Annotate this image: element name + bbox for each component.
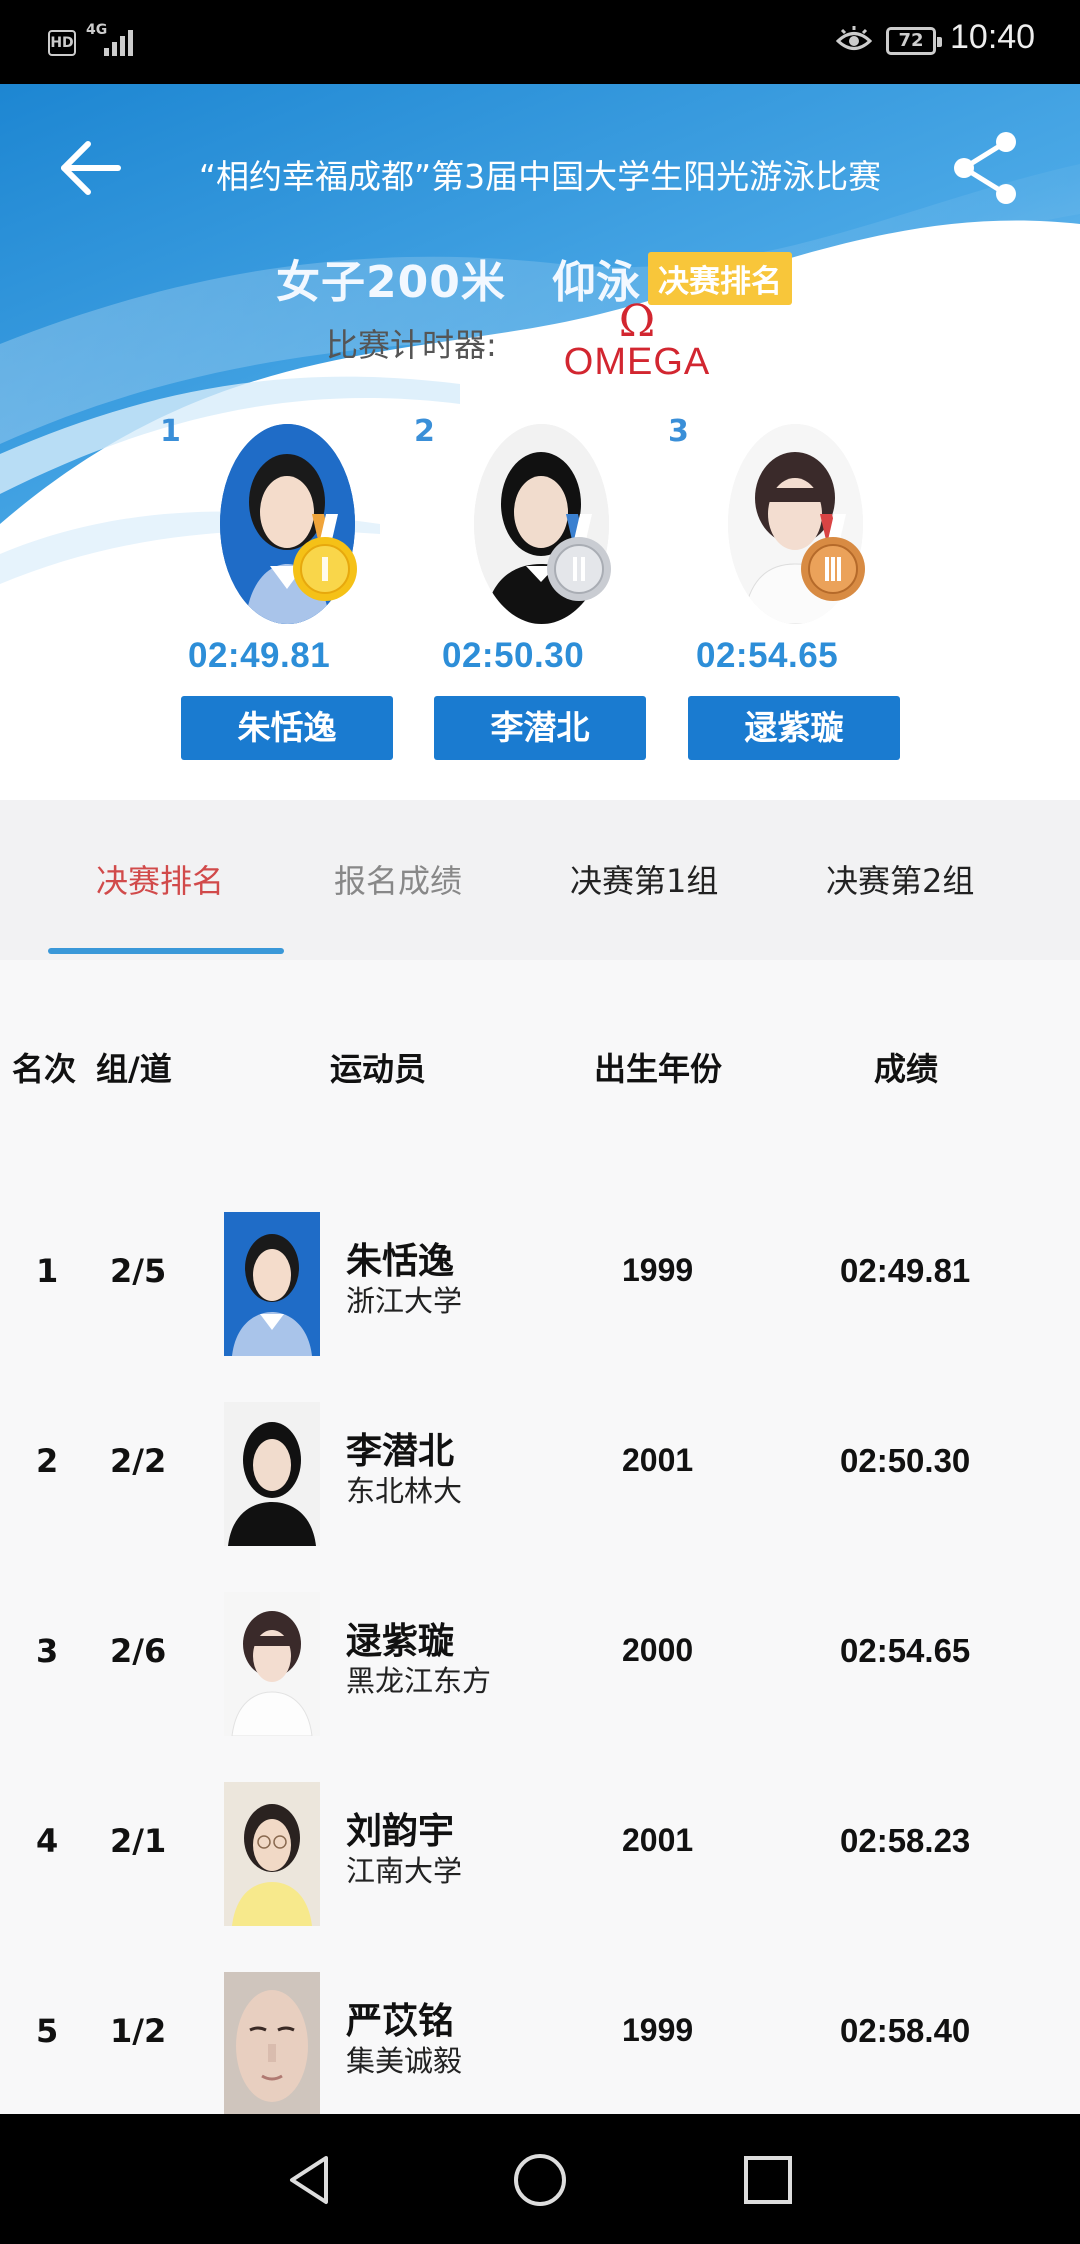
athlete-avatar	[224, 1782, 320, 1926]
row-lane: 2/2	[110, 1442, 167, 1480]
event-name: 女子200米	[276, 257, 506, 308]
row-lane: 2/1	[110, 1822, 167, 1860]
row-rank: 2	[36, 1442, 59, 1480]
omega-symbol: Ω	[618, 296, 656, 347]
podium-name-button-third[interactable]: 逯紫璇	[688, 696, 900, 760]
page-title: “相约幸福成都”第3届中国大学生阳光游泳比赛	[198, 157, 882, 196]
athlete-avatar	[224, 1212, 320, 1356]
tab-final-heat-1[interactable]: 决赛第1组	[570, 856, 718, 902]
system-nav-bar	[0, 2114, 1080, 2244]
hd-indicator: HD	[48, 30, 76, 56]
silver-medal-icon	[547, 514, 611, 601]
bronze-medal-icon	[801, 514, 865, 601]
nav-recents-icon[interactable]	[738, 2150, 798, 2210]
athlete-avatar	[224, 1402, 320, 1546]
row-birth-year: 1999	[622, 1252, 694, 1288]
eye-comfort-icon	[836, 26, 872, 50]
row-birth-year: 2001	[622, 1442, 694, 1478]
nav-home-icon[interactable]	[510, 2150, 570, 2210]
table-row[interactable]: 3 2/6 逯紫璇 黑龙江东方 2000 02:54.65	[0, 1558, 1080, 1748]
row-result: 02:58.23	[840, 1822, 971, 1859]
row-rank: 5	[36, 2012, 59, 2050]
table-row[interactable]: 1 2/5 朱恬逸 浙江大学 1999 02:49.81	[0, 1178, 1080, 1368]
tab-final-heat-2[interactable]: 决赛第2组	[826, 856, 974, 902]
header-result: 成绩	[874, 1050, 939, 1088]
status-time: 10:40	[950, 18, 1036, 56]
tab-bar: 决赛排名 报名成绩 决赛第1组 决赛第2组	[0, 800, 1080, 960]
podium-second: 2 02:50.30	[414, 414, 634, 704]
omega-logo: Ω OMEGA	[562, 296, 712, 383]
row-athlete-name: 李潜北	[346, 1431, 455, 1472]
timer-label: 比赛计时器:	[326, 326, 497, 364]
row-school: 黑龙江东方	[346, 1664, 492, 1698]
active-tab-indicator	[48, 948, 284, 954]
podium-time: 02:49.81	[188, 636, 331, 675]
row-birth-year: 2001	[622, 1822, 694, 1858]
nav-back-icon[interactable]	[280, 2150, 340, 2210]
row-rank: 4	[36, 1822, 59, 1860]
podium-time: 02:50.30	[442, 636, 585, 675]
row-rank: 1	[36, 1252, 59, 1290]
podium-name-button-second[interactable]: 李潜北	[434, 696, 646, 760]
omega-wordmark: OMEGA	[563, 341, 711, 383]
header-lane: 组/道	[96, 1050, 172, 1088]
row-lane: 1/2	[110, 2012, 167, 2050]
podium-place: 1	[160, 414, 181, 449]
podium-place: 2	[414, 414, 435, 449]
tab-final-ranking[interactable]: 决赛排名	[96, 856, 224, 902]
share-icon[interactable]	[948, 128, 1028, 208]
athlete-avatar	[224, 1592, 320, 1736]
row-athlete-name: 刘韵宇	[346, 1811, 455, 1852]
back-arrow-icon[interactable]	[56, 132, 128, 204]
table-row[interactable]: 5 1/2 严苡铭 集美诚毅 1999 02:58.40	[0, 1938, 1080, 2128]
row-athlete-name: 逯紫璇	[346, 1621, 455, 1662]
podium-third: 3 02:54.65	[668, 414, 888, 704]
row-birth-year: 1999	[622, 2012, 694, 2048]
row-result: 02:50.30	[840, 1442, 971, 1479]
header-rank: 名次	[12, 1050, 77, 1088]
row-result: 02:58.40	[840, 2012, 971, 2049]
row-result: 02:49.81	[840, 1252, 971, 1289]
athlete-avatar	[224, 1972, 320, 2116]
event-header: “相约幸福成都”第3届中国大学生阳光游泳比赛 女子200米 仰泳 决赛排名 比赛…	[0, 84, 1080, 800]
row-athlete-name: 朱恬逸	[346, 1241, 455, 1282]
gold-medal-icon	[293, 514, 357, 601]
row-school: 江南大学	[346, 1854, 463, 1888]
podium-time: 02:54.65	[696, 636, 839, 675]
podium-place: 3	[668, 414, 689, 449]
header-athlete: 运动员	[330, 1050, 427, 1088]
row-school: 集美诚毅	[346, 2044, 463, 2078]
row-school: 浙江大学	[346, 1284, 463, 1318]
header-birth-year: 出生年份	[594, 1050, 723, 1088]
row-athlete-name: 严苡铭	[346, 2001, 455, 2042]
table-row[interactable]: 2 2/2 李潜北 东北林大 2001 02:50.30	[0, 1368, 1080, 1558]
table-row[interactable]: 4 2/1 刘韵宇 江南大学 2001 02:58.23	[0, 1748, 1080, 1938]
row-school: 东北林大	[346, 1474, 463, 1508]
results-table: 名次 组/道 运动员 出生年份 成绩 1 2/5 朱恬逸 浙江大学 1999 0…	[0, 960, 1080, 2116]
podium-name-button-first[interactable]: 朱恬逸	[181, 696, 393, 760]
signal-icon	[104, 30, 133, 56]
rank-badge: 决赛排名	[648, 252, 792, 305]
row-rank: 3	[36, 1632, 59, 1670]
podium-first: 1 02:49.81	[160, 414, 380, 704]
battery-icon: 72	[886, 27, 942, 55]
row-result: 02:54.65	[840, 1632, 971, 1669]
row-birth-year: 2000	[622, 1632, 694, 1668]
status-bar: HD 4G 72 10:40	[0, 0, 1080, 84]
row-lane: 2/5	[110, 1252, 167, 1290]
row-lane: 2/6	[110, 1632, 167, 1670]
tab-entry-results[interactable]: 报名成绩	[334, 856, 462, 902]
